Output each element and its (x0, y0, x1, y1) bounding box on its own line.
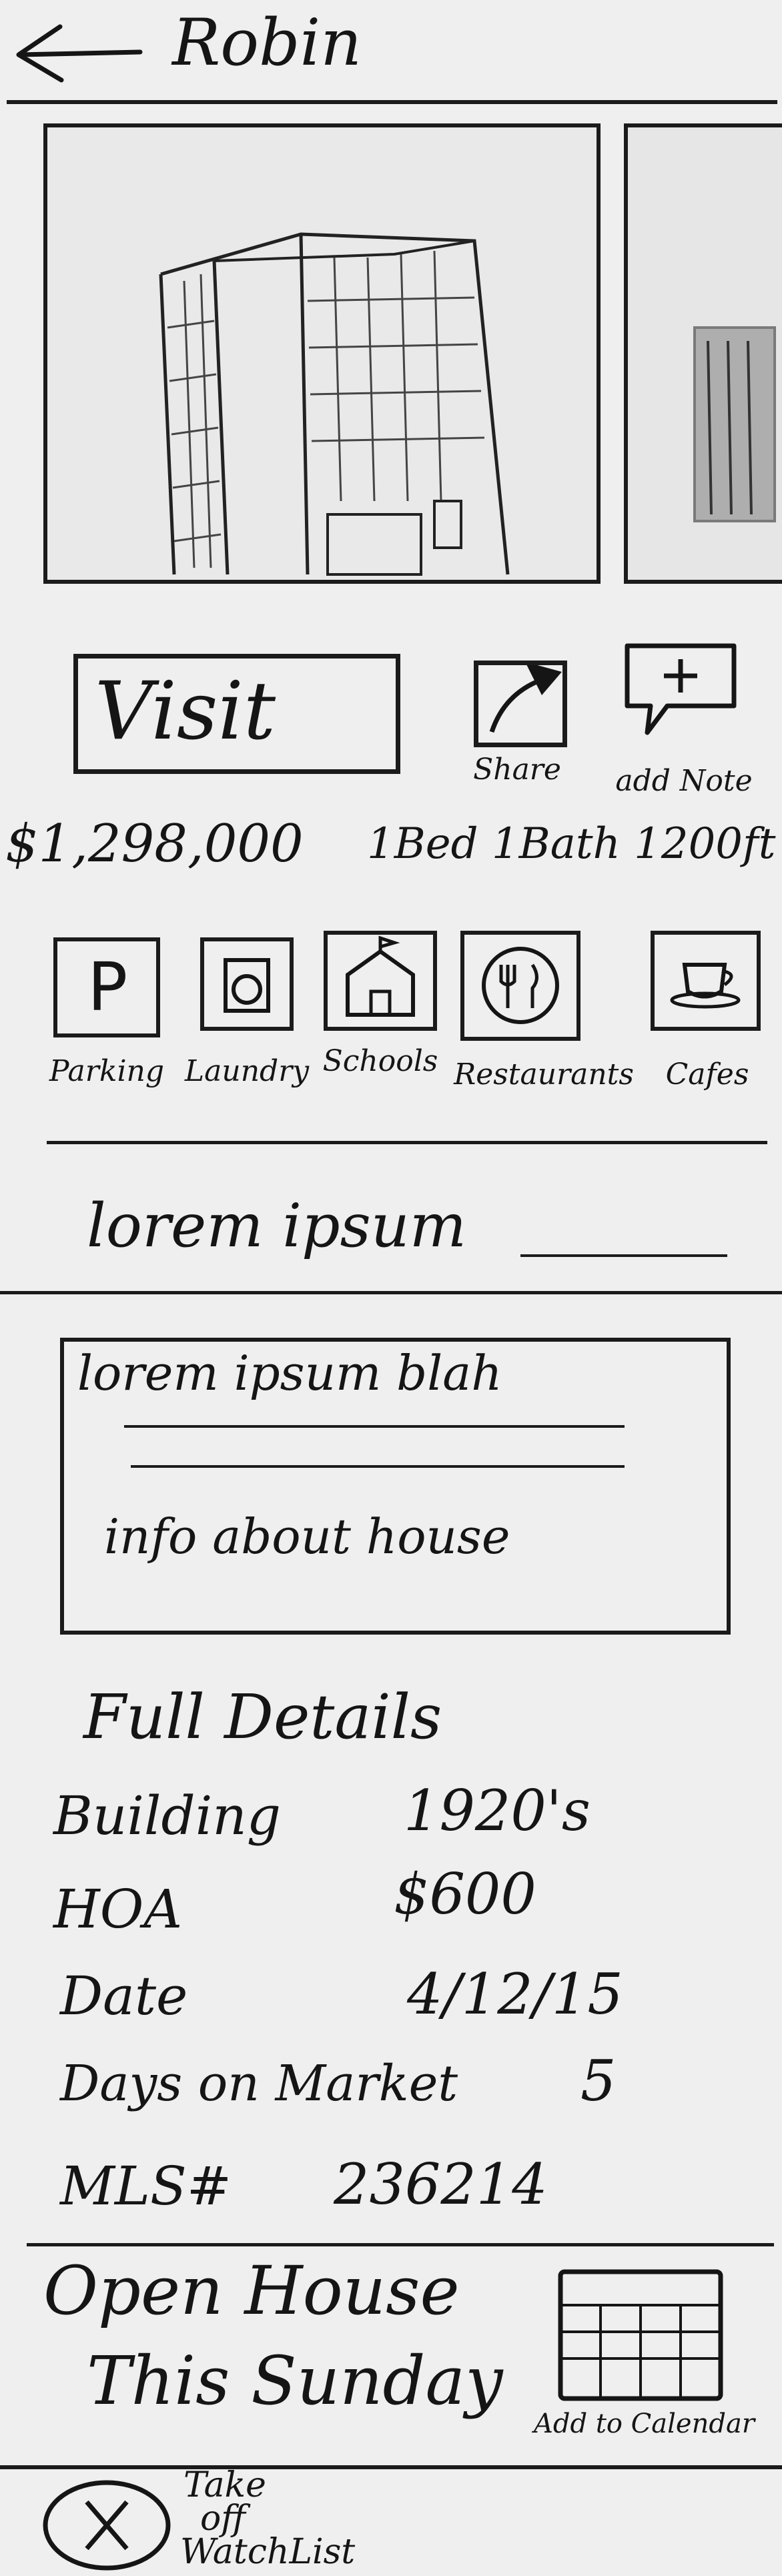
details-divider (27, 2243, 774, 2246)
building-sketch-partial (693, 326, 776, 522)
add-note-icon (625, 643, 737, 735)
share-label: Share (473, 753, 561, 787)
detail-label: Date (60, 1965, 188, 2027)
property-photo[interactable] (43, 123, 601, 584)
page-title: Robin (172, 5, 362, 80)
arrow-left-icon (16, 24, 143, 83)
amenity-label: Cafes (665, 1057, 749, 1092)
share-button[interactable]: Share (454, 627, 580, 794)
amenity-laundry[interactable]: Laundry (180, 937, 314, 1138)
detail-label: Days on Market (60, 2055, 458, 2112)
detail-value: 236214 (334, 2152, 548, 2217)
watchlist-line-3: WatchList (180, 2532, 356, 2572)
open-house-line-2: This Sunday (87, 2342, 503, 2420)
description-placeholder-line (131, 1465, 625, 1468)
listing-price: $1,298,000 (5, 814, 304, 874)
detail-label: Building (53, 1785, 282, 1847)
amenity-schools[interactable]: Schools (314, 931, 447, 1131)
back-button[interactable] (7, 13, 147, 87)
add-note-button[interactable]: add Note (601, 627, 767, 807)
amenity-cafes[interactable]: Cafes (637, 931, 777, 1131)
close-icon (43, 2480, 171, 2571)
parking-icon: P (53, 937, 160, 1037)
amenity-restaurants[interactable]: Restaurants (454, 931, 634, 1131)
school-icon (324, 931, 437, 1031)
description-line-1: lorem ipsum blah (77, 1345, 502, 1401)
add-to-calendar-label: Add to Calendar (534, 2409, 755, 2439)
header-divider (7, 100, 777, 104)
amenity-label: Schools (322, 1044, 438, 1078)
amenity-label: Restaurants (454, 1057, 634, 1092)
section-divider (0, 1291, 782, 1294)
add-note-label: add Note (615, 764, 753, 798)
add-to-calendar-button[interactable]: Add to Calendar (534, 2258, 781, 2459)
amenity-label: Parking (49, 1054, 165, 1088)
description-heading: lorem ipsum (87, 1191, 467, 1261)
detail-label: HOA (53, 1878, 183, 1940)
next-photo-preview[interactable] (624, 123, 782, 584)
detail-value: $600 (394, 1861, 536, 1927)
building-sketch (159, 232, 510, 576)
heading-scribble (520, 1254, 727, 1257)
detail-value: 5 (580, 2048, 617, 2114)
listing-summary: 1Bed 1Bath 1200ft (367, 819, 776, 869)
laundry-icon (200, 937, 294, 1031)
restaurant-icon (460, 931, 580, 1041)
share-icon (489, 665, 562, 733)
details-title: Full Details (83, 1681, 442, 1753)
description-box: lorem ipsum blah info about house (60, 1338, 731, 1635)
amenities-divider (47, 1141, 767, 1144)
visit-button-label: Visit (95, 665, 276, 758)
detail-value: 4/12/15 (407, 1962, 623, 2027)
amenity-parking[interactable]: P Parking (40, 937, 173, 1138)
visit-button[interactable]: Visit (73, 654, 400, 774)
take-off-watchlist-button[interactable]: Take off WatchList (40, 2462, 414, 2576)
detail-value: 1920's (404, 1778, 591, 1843)
description-placeholder-line (124, 1425, 625, 1428)
open-house-line-1: Open House (43, 2252, 460, 2330)
cafe-icon (651, 931, 761, 1031)
description-line-2: info about house (104, 1509, 510, 1565)
share-icon-frame (474, 661, 567, 747)
calendar-icon (558, 2269, 723, 2401)
amenity-label: Laundry (184, 1054, 310, 1088)
detail-label: MLS# (60, 2155, 232, 2217)
